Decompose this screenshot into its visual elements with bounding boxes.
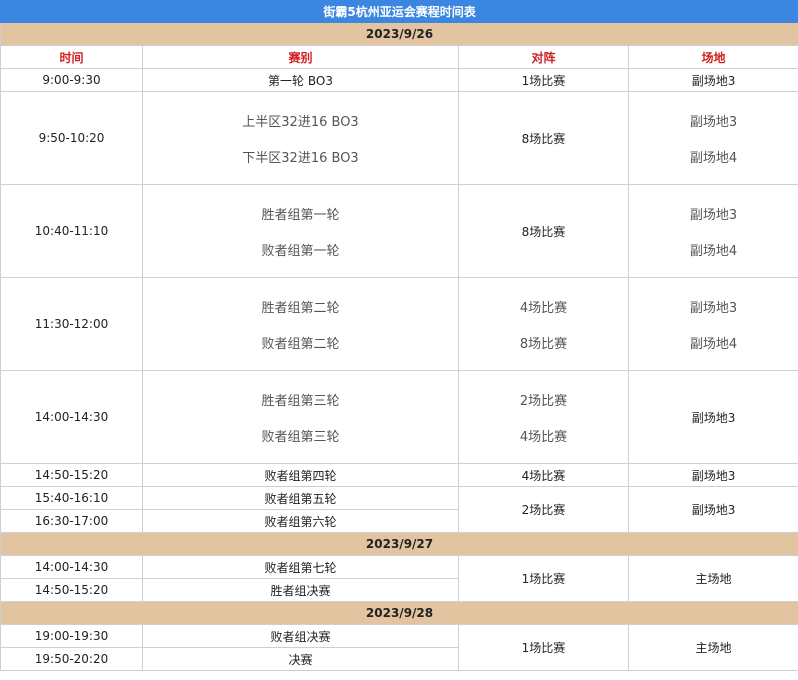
table-row: 14:00-14:30 胜者组第三轮 败者组第三轮 2场比赛 4场比赛 副场地3 [0,370,798,464]
venue-line: 副场地3 [689,300,738,316]
matchup-line: 4场比赛 [519,429,568,445]
event-line: 下半区32进16 BO3 [242,150,359,166]
venue-cell: 副场地3 [627,68,798,92]
matchup-cell: 2场比赛 [458,486,629,533]
matchup-cell: 1场比赛 [458,624,629,671]
matchup-line: 2场比赛 [519,393,568,409]
event-cell: 上半区32进16 BO3 下半区32进16 BO3 [142,91,459,185]
matchup-line: 8场比赛 [519,336,568,352]
venue-cell: 主场地 [627,624,798,671]
table-row: 9:50-10:20 上半区32进16 BO3 下半区32进16 BO3 8场比… [0,91,798,185]
venue-cell: 副场地3 副场地4 [627,184,798,278]
venue-cell: 副场地3 [627,370,798,464]
time-cell: 10:40-11:10 [0,184,143,278]
venue-cell: 副场地3 副场地4 [627,277,798,371]
event-line: 败者组第二轮 [261,336,340,352]
time-cell: 14:00-14:30 [0,370,143,464]
event-cell: 败者组第七轮 [142,555,459,579]
event-cell: 败者组第六轮 [142,509,459,533]
header-time: 时间 [0,45,143,69]
venue-line: 副场地4 [689,150,738,166]
header-venue: 场地 [627,45,798,69]
header-event: 赛别 [142,45,459,69]
schedule-table: 街霸5杭州亚运会赛程时间表 2023/9/26 时间 赛别 对阵 场地 9:00… [0,0,798,671]
event-line: 上半区32进16 BO3 [242,114,359,130]
event-cell: 第一轮 BO3 [142,68,459,92]
header-matchup: 对阵 [458,45,629,69]
venue-cell: 主场地 [627,555,798,602]
table-row: 9:00-9:30 第一轮 BO3 1场比赛 副场地3 [0,68,798,92]
table-row: 15:40-16:10 败者组第五轮 2场比赛 副场地3 [0,486,798,533]
matchup-cell: 2场比赛 4场比赛 [458,370,629,464]
event-cell: 败者组第四轮 [142,463,459,487]
matchup-cell: 4场比赛 8场比赛 [458,277,629,371]
time-cell: 14:50-15:20 [0,463,143,487]
time-cell: 19:00-19:30 [0,624,143,648]
table-row: 19:00-19:30 败者组决赛 1场比赛 主场地 [0,624,798,671]
date-row: 2023/9/28 [0,601,798,625]
event-line: 胜者组第二轮 [261,300,340,316]
event-line: 胜者组第一轮 [261,207,340,223]
venue-line: 副场地4 [689,336,738,352]
table-row: 14:00-14:30 败者组第七轮 1场比赛 主场地 [0,555,798,602]
event-line: 败者组第三轮 [261,429,340,445]
venue-cell: 副场地3 [627,463,798,487]
time-cell: 14:50-15:20 [0,578,143,602]
table-row: 11:30-12:00 胜者组第二轮 败者组第二轮 4场比赛 8场比赛 副场地3… [0,277,798,371]
time-cell: 14:00-14:30 [0,555,143,579]
title-row: 街霸5杭州亚运会赛程时间表 [0,0,798,23]
date-row: 2023/9/27 [0,532,798,556]
time-cell: 11:30-12:00 [0,277,143,371]
event-cell: 胜者组第一轮 败者组第一轮 [142,184,459,278]
event-cell: 决赛 [142,647,459,671]
event-cell: 胜者组第三轮 败者组第三轮 [142,370,459,464]
date-label: 2023/9/27 [0,532,798,556]
venue-line: 副场地4 [689,243,738,259]
matchup-line: 4场比赛 [519,300,568,316]
header-row: 时间 赛别 对阵 场地 [0,45,798,69]
time-cell: 19:50-20:20 [0,647,143,671]
venue-cell: 副场地3 副场地4 [627,91,798,185]
event-cell: 胜者组第二轮 败者组第二轮 [142,277,459,371]
time-cell: 16:30-17:00 [0,509,143,533]
event-line: 败者组第一轮 [261,243,340,259]
event-cell: 胜者组决赛 [142,578,459,602]
venue-cell: 副场地3 [627,486,798,533]
date-label: 2023/9/26 [0,22,798,46]
time-cell: 9:00-9:30 [0,68,143,92]
venue-line: 副场地3 [689,207,738,223]
matchup-cell: 1场比赛 [458,555,629,602]
venue-line: 副场地3 [689,114,738,130]
table-title: 街霸5杭州亚运会赛程时间表 [0,0,798,23]
time-cell: 9:50-10:20 [0,91,143,185]
event-line: 胜者组第三轮 [261,393,340,409]
table-row: 14:50-15:20 败者组第四轮 4场比赛 副场地3 [0,463,798,487]
table-row: 10:40-11:10 胜者组第一轮 败者组第一轮 8场比赛 副场地3 副场地4 [0,184,798,278]
time-cell: 15:40-16:10 [0,486,143,510]
matchup-cell: 8场比赛 [458,184,629,278]
matchup-cell: 1场比赛 [458,68,629,92]
event-cell: 败者组第五轮 [142,486,459,510]
event-cell: 败者组决赛 [142,624,459,648]
date-label: 2023/9/28 [0,601,798,625]
matchup-cell: 8场比赛 [458,91,629,185]
matchup-cell: 4场比赛 [458,463,629,487]
date-row: 2023/9/26 [0,22,798,46]
